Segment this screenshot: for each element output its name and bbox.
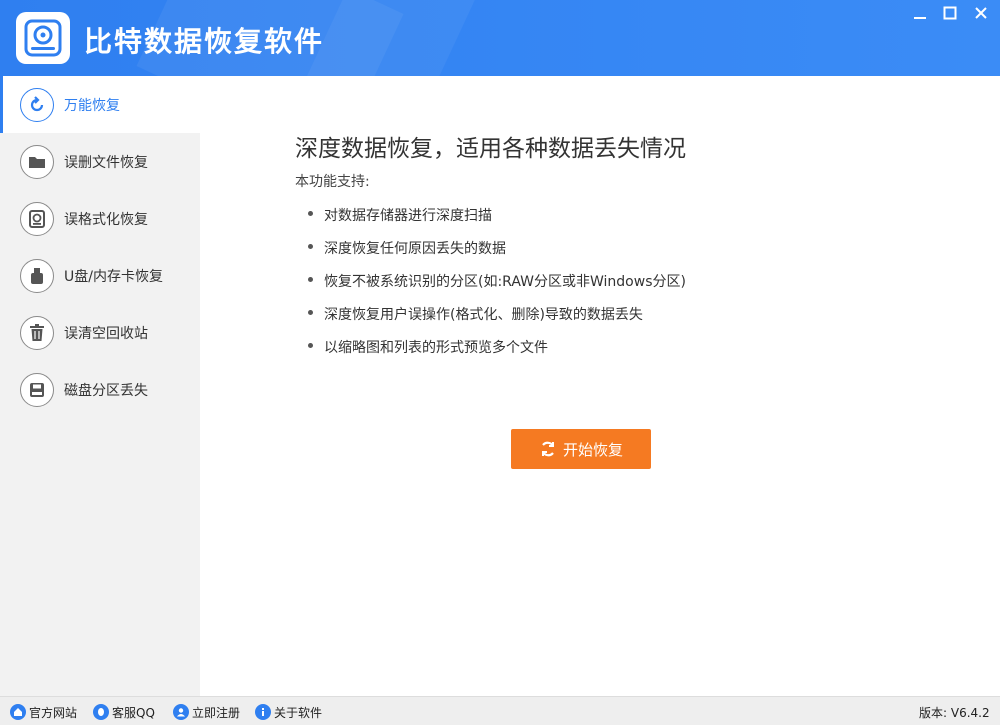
app-title: 比特数据恢复软件 — [84, 25, 325, 58]
start-button-label: 开始恢复 — [562, 440, 623, 459]
sidebar-item-label: 误格式化恢复 — [64, 212, 148, 228]
app-logo — [16, 12, 70, 64]
maximize-button[interactable] — [935, 0, 965, 26]
footer-link-label: 立即注册 — [192, 705, 241, 720]
refresh-icon — [539, 440, 557, 458]
user-icon — [173, 704, 189, 720]
format-disk-icon — [20, 202, 54, 236]
home-icon — [10, 704, 26, 720]
official-site-link[interactable]: 官方网站 — [10, 703, 77, 721]
title-bar: 比特数据恢复软件 — [0, 0, 1000, 76]
footer-link-label: 客服QQ — [112, 705, 155, 720]
minimize-icon — [914, 17, 926, 19]
register-link[interactable]: 立即注册 — [173, 703, 240, 721]
sidebar-item-label: 误清空回收站 — [64, 326, 148, 342]
bullet-icon — [308, 244, 313, 249]
feature-text: 以缩略图和列表的形式预览多个文件 — [324, 340, 548, 356]
feature-text: 深度恢复用户误操作(格式化、删除)导致的数据丢失 — [324, 307, 643, 323]
feature-text: 对数据存储器进行深度扫描 — [324, 208, 492, 224]
bullet-icon — [308, 343, 313, 348]
sidebar-item-deleted-files[interactable]: 误删文件恢复 — [0, 133, 200, 190]
disk-icon — [20, 373, 54, 407]
sidebar-item-partition-lost[interactable]: 磁盘分区丢失 — [0, 361, 200, 418]
refresh-icon — [20, 88, 54, 122]
sidebar-item-recycle-bin[interactable]: 误清空回收站 — [0, 304, 200, 361]
version-label: 版本: V6.4.2 — [919, 706, 990, 720]
active-indicator — [0, 76, 3, 133]
close-button[interactable] — [966, 0, 996, 26]
sidebar-item-label: 误删文件恢复 — [64, 155, 148, 171]
feature-text: 恢复不被系统识别的分区(如:RAW分区或非Windows分区) — [324, 274, 686, 290]
sidebar-item-label: 万能恢复 — [64, 98, 120, 114]
sidebar-item-universal-recovery[interactable]: 万能恢复 — [0, 76, 200, 133]
page-title: 深度数据恢复，适用各种数据丢失情况 — [295, 136, 686, 162]
qq-icon — [93, 704, 109, 720]
maximize-icon — [943, 6, 957, 20]
sidebar-item-label: 磁盘分区丢失 — [64, 383, 148, 399]
customer-qq-link[interactable]: 客服QQ — [93, 703, 155, 721]
folder-icon — [20, 145, 54, 179]
usb-icon — [20, 259, 54, 293]
sidebar-item-format-recovery[interactable]: 误格式化恢复 — [0, 190, 200, 247]
feature-intro: 本功能支持: — [295, 174, 370, 190]
bullet-icon — [308, 310, 313, 315]
sidebar-item-label: U盘/内存卡恢复 — [64, 269, 163, 285]
main-panel: 深度数据恢复，适用各种数据丢失情况 本功能支持: 对数据存储器进行深度扫描 深度… — [200, 76, 1000, 696]
trash-icon — [20, 316, 54, 350]
footer-link-label: 关于软件 — [274, 705, 323, 720]
status-bar: 官方网站 客服QQ 立即注册 关于软件 版本: V6.4.2 — [0, 696, 1000, 725]
disk-logo-icon — [24, 19, 62, 57]
start-recovery-button[interactable]: 开始恢复 — [511, 429, 651, 469]
sidebar-item-usb-card[interactable]: U盘/内存卡恢复 — [0, 247, 200, 304]
bullet-icon — [308, 211, 313, 216]
bullet-icon — [308, 277, 313, 282]
footer-link-label: 官方网站 — [29, 705, 78, 720]
about-link[interactable]: 关于软件 — [255, 703, 322, 721]
info-icon — [255, 704, 271, 720]
sidebar: 万能恢复 误删文件恢复 误格式化恢复 U盘/内存卡恢复 误清空回收站 磁盘分区丢… — [0, 76, 200, 696]
feature-text: 深度恢复任何原因丢失的数据 — [324, 241, 506, 257]
minimize-button[interactable] — [905, 0, 935, 26]
close-icon — [975, 7, 987, 19]
